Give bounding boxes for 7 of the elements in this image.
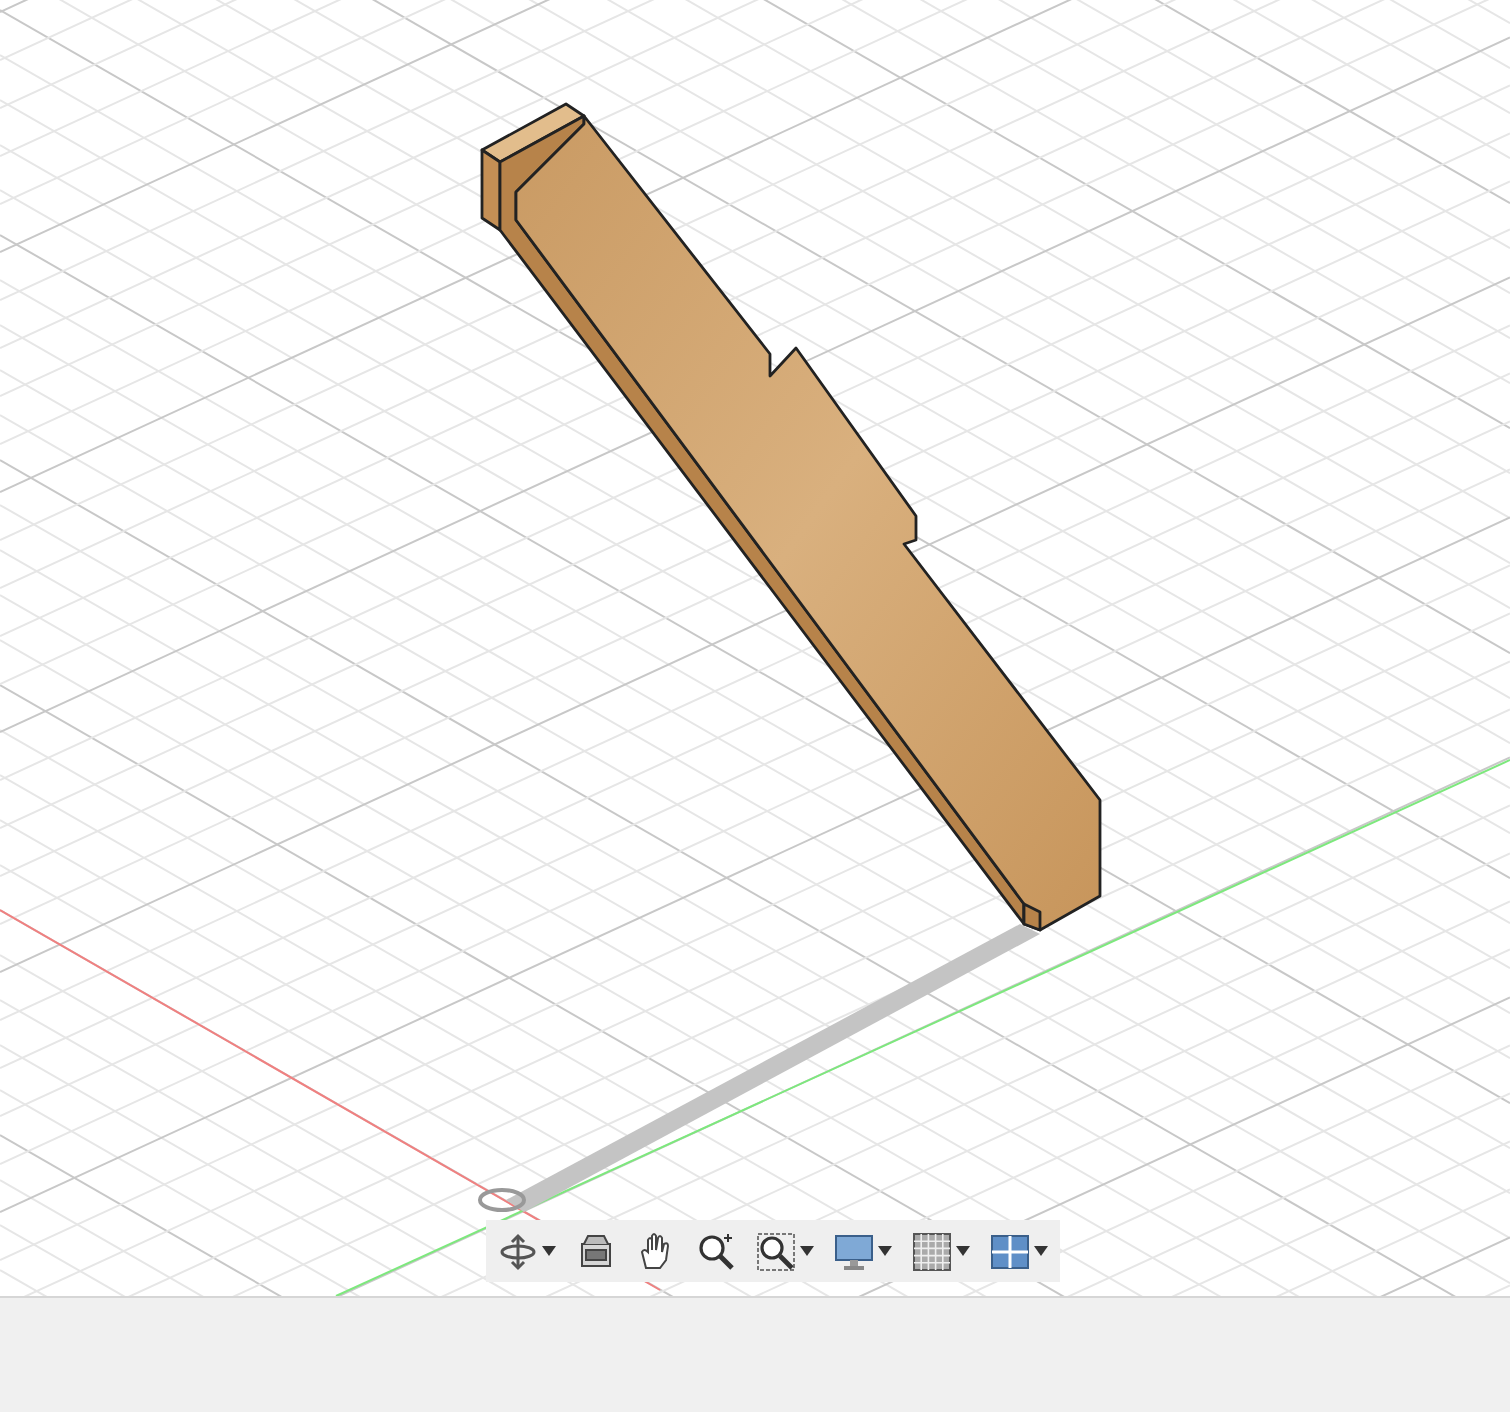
orbit-icon bbox=[498, 1231, 538, 1271]
origin-icon bbox=[478, 1188, 526, 1212]
window-panes-icon bbox=[990, 1231, 1030, 1271]
zoom-window-icon bbox=[756, 1231, 796, 1271]
monitor-icon bbox=[834, 1231, 874, 1271]
zoom-icon bbox=[696, 1231, 736, 1271]
grid-icon bbox=[912, 1231, 952, 1271]
